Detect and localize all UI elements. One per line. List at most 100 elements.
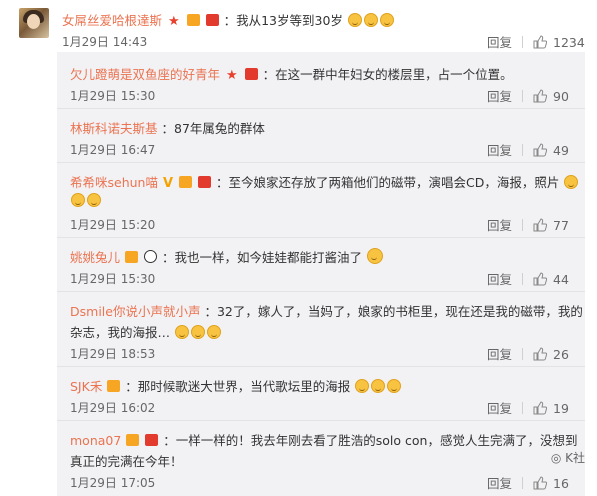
divider <box>57 291 585 292</box>
reply-username[interactable]: 姚姚兔儿 <box>70 250 120 265</box>
like-count: 16 <box>553 476 569 491</box>
reply-button[interactable]: 回复 <box>487 143 512 158</box>
reply-button[interactable]: 回复 <box>487 347 512 362</box>
thumbs-up-icon[interactable] <box>533 401 548 415</box>
crying-laughing-emoji-icon <box>191 325 205 339</box>
crying-laughing-emoji-icon <box>347 13 362 27</box>
reply-actions: 回复 19 <box>487 398 569 417</box>
panda-badge-icon <box>143 250 157 263</box>
list-item: 欠儿蹬萌是双鱼座的好青年 ★ ：在这一群中年妇女的楼层里，占一个位置。 <box>70 64 513 83</box>
reply-timestamp: 1月29日 15:30 <box>70 272 156 286</box>
reply-username[interactable]: SJK禾 <box>70 379 102 394</box>
reply-timestamp: 1月29日 15:20 <box>70 218 156 232</box>
crying-laughing-emoji-icon <box>387 379 402 393</box>
list-item: 林斯科诺夫斯基 ：87年属兔的群体 <box>70 118 265 137</box>
reply-actions: 回复 26 <box>487 344 569 363</box>
thumbs-up-icon[interactable] <box>533 35 548 49</box>
crying-laughing-emoji-icon <box>363 13 378 27</box>
list-item: 姚姚兔儿 ：我也一样，如今娃娃都能打酱油了 <box>70 247 384 266</box>
thumbs-up-icon[interactable] <box>533 218 548 232</box>
crying-laughing-emoji-icon <box>71 193 85 207</box>
list-item: mona07 ：一样一样的！我去年刚去看了胜浩的solo con，感觉人生完满了… <box>70 430 577 449</box>
vip-badge-icon <box>125 251 138 263</box>
reply-text: ：32了，嫁人了，当妈了，娘家的书柜里，现在还是我的磁带，我的 <box>204 304 583 319</box>
crying-laughing-emoji-icon <box>87 193 101 207</box>
reply-button[interactable]: 回复 <box>487 35 512 50</box>
divider <box>522 219 524 231</box>
list-item: Dsmile你说小声就小声 ：32了，嫁人了，当妈了，娘家的书柜里，现在还是我的… <box>70 301 583 320</box>
like-count: 90 <box>553 89 569 104</box>
reply-text: ：87年属兔的群体 <box>161 121 265 136</box>
root-username[interactable]: 女屌丝爱哈根達斯 <box>62 13 162 28</box>
reply-timestamp: 1月29日 16:47 <box>70 143 156 157</box>
crying-laughing-emoji-icon <box>207 325 221 339</box>
crying-laughing-emoji-icon <box>371 379 386 393</box>
thumbs-up-icon[interactable] <box>533 347 548 361</box>
vip-badge-icon <box>179 176 193 188</box>
reply-username[interactable]: mona07 <box>70 433 121 448</box>
root-comment: 女屌丝爱哈根達斯 ★ ：我从13岁等到30岁 1月29日 14:43 回复 123… <box>0 0 597 52</box>
thumbs-up-icon[interactable] <box>533 272 548 286</box>
reply-button[interactable]: 回复 <box>487 401 512 416</box>
reply-button[interactable]: 回复 <box>487 272 512 287</box>
root-actions: 回复 1234 <box>487 32 585 51</box>
reply-timestamp: 1月29日 16:02 <box>70 401 156 415</box>
thumbs-up-icon[interactable] <box>533 143 548 157</box>
vip-badge-icon <box>186 14 200 26</box>
divider <box>522 402 524 414</box>
reply-username[interactable]: 欠儿蹬萌是双鱼座的好青年 <box>70 67 220 82</box>
avatar[interactable] <box>19 8 49 38</box>
like-count: 44 <box>553 272 569 287</box>
reply-text-line-2: 真正的完满在今年！ <box>70 451 183 470</box>
like-count: 77 <box>553 218 569 233</box>
like-count: 19 <box>553 401 569 416</box>
reply-timestamp: 1月29日 15:30 <box>70 89 156 103</box>
red-packet-badge-icon <box>244 68 258 80</box>
reply-text: ：我也一样，如今娃娃都能打酱油了 <box>161 250 362 265</box>
thumbs-up-icon[interactable] <box>533 476 548 490</box>
reply-text-line-2: 杂志，我的海报… <box>70 322 222 341</box>
reply-button[interactable]: 回复 <box>487 89 512 104</box>
reply-actions: 回复 77 <box>487 215 569 234</box>
reply-text: ：一样一样的！我去年刚去看了胜浩的solo con，感觉人生完满了，没想到 <box>163 433 578 448</box>
reply-username[interactable]: 林斯科诺夫斯基 <box>70 121 158 136</box>
thumbs-up-icon[interactable] <box>533 89 548 103</box>
wechat-logo-icon: ◎ <box>550 451 562 465</box>
red-packet-badge-icon <box>205 14 219 26</box>
reply-text-continued: 杂志，我的海报… <box>70 325 171 340</box>
star-badge-icon: ★ <box>226 68 238 83</box>
reply-text-continued: 真正的完满在今年！ <box>70 454 183 469</box>
root-comment-line: 女屌丝爱哈根達斯 ★ ：我从13岁等到30岁 <box>62 10 395 29</box>
divider <box>57 366 585 367</box>
reply-actions: 回复 90 <box>487 86 569 105</box>
reply-username[interactable]: Dsmile你说小声就小声 <box>70 304 200 319</box>
reply-button[interactable]: 回复 <box>487 476 512 491</box>
watermark-text: K社 <box>565 451 585 465</box>
reply-actions: 回复 49 <box>487 140 569 159</box>
list-item: SJK禾 ：那时候歌迷大世界，当代歌坛里的海报 <box>70 376 402 395</box>
crying-laughing-emoji-icon <box>355 379 370 393</box>
verified-v-icon: V <box>162 176 174 191</box>
divider <box>522 144 524 156</box>
crying-laughing-emoji-icon <box>379 13 394 27</box>
reply-username[interactable]: 希希咪sehun喵 <box>70 175 158 190</box>
red-packet-badge-icon <box>198 176 211 188</box>
reply-button[interactable]: 回复 <box>487 218 512 233</box>
grinning-emoji-icon <box>366 248 383 264</box>
divider <box>522 348 524 360</box>
watermark: ◎ K社 <box>551 449 585 466</box>
root-timestamp: 1月29日 14:43 <box>62 35 148 49</box>
divider <box>57 162 585 163</box>
divider <box>57 108 585 109</box>
reply-text: ：那时候歌迷大世界，当代歌坛里的海报 <box>125 379 351 394</box>
divider <box>522 36 524 48</box>
like-count: 49 <box>553 143 569 158</box>
list-item: 希希咪sehun喵 V ：至今娘家还存放了两箱他们的磁带，演唱会CD，海报，照片 <box>70 172 579 191</box>
reply-actions: 回复 16 <box>487 473 569 492</box>
reply-actions: 回复 44 <box>487 269 569 288</box>
divider <box>57 420 585 421</box>
red-packet-badge-icon <box>145 434 159 446</box>
emoji-line <box>70 193 102 208</box>
divider <box>522 273 524 285</box>
like-count: 1234 <box>553 35 585 50</box>
